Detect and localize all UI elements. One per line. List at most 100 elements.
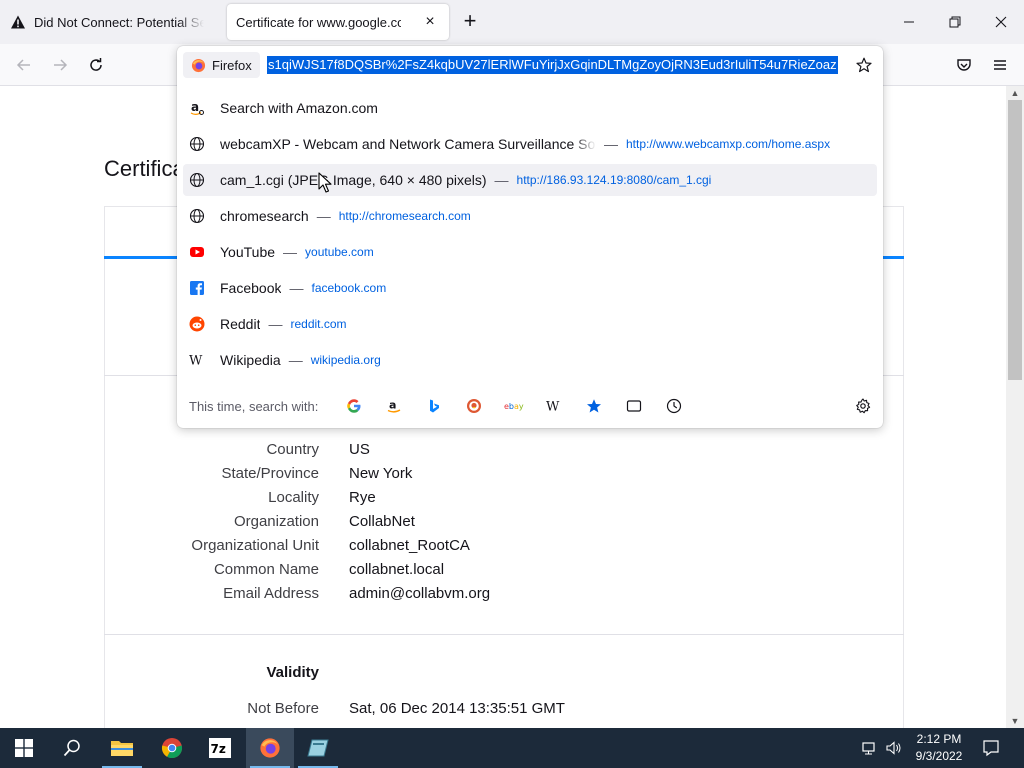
scroll-down-arrow-icon[interactable]: ▼ xyxy=(1006,714,1024,728)
result-title: Reddit xyxy=(220,316,261,332)
windows-logo-icon xyxy=(15,739,33,757)
field-label: Organization xyxy=(233,513,319,530)
svg-text:7z: 7z xyxy=(211,742,226,756)
hamburger-menu-icon xyxy=(994,60,1006,70)
app-menu-button[interactable] xyxy=(986,52,1014,78)
duckduckgo-icon[interactable] xyxy=(463,395,485,417)
facebook-icon xyxy=(188,279,206,297)
back-arrow-icon xyxy=(16,59,30,71)
result-search-amazon[interactable]: a Search with Amazon.com xyxy=(183,92,877,124)
windows-taskbar: 7z 2:12 PM 9/3/2022 xyxy=(0,728,1024,768)
minimize-button[interactable] xyxy=(886,0,932,44)
url-input[interactable]: s1qiWJS17f8DQSBr%2FsZ4kqbUV27lERlWFuYirj… xyxy=(267,56,838,74)
scroll-up-arrow-icon[interactable]: ▲ xyxy=(1006,86,1024,100)
globe-icon xyxy=(188,171,206,189)
new-tab-button[interactable]: + xyxy=(458,10,482,34)
amazon-search-icon: a xyxy=(188,99,206,117)
divider xyxy=(104,634,904,635)
tabs-icon[interactable] xyxy=(623,395,645,417)
amazon-icon[interactable]: a xyxy=(383,395,405,417)
result-youtube[interactable]: YouTube — youtube.com xyxy=(183,236,877,268)
search-with-label: This time, search with: xyxy=(189,399,319,414)
start-button[interactable] xyxy=(0,728,48,768)
clock-date: 9/3/2022 xyxy=(915,749,963,763)
volume-icon[interactable] xyxy=(884,738,904,758)
scrollbar-thumb[interactable] xyxy=(1008,100,1022,380)
field-value: collabnet.local xyxy=(349,561,445,578)
urlbar[interactable]: Firefox s1qiWJS17f8DQSBr%2FsZ4kqbUV27lER… xyxy=(177,46,883,84)
result-title: webcamXP - Webcam and Network Camera Sur… xyxy=(220,136,596,152)
minimize-icon xyxy=(904,21,914,23)
field-value: CollabNet xyxy=(349,513,415,530)
globe-icon xyxy=(188,135,206,153)
tab-close-button[interactable]: × xyxy=(421,13,439,31)
google-icon[interactable] xyxy=(343,395,365,417)
result-separator: — xyxy=(604,136,618,152)
wikipedia-icon[interactable]: W xyxy=(543,395,565,417)
result-title: Search with Amazon.com xyxy=(220,100,378,116)
field-row-email: Email Address admin@collabvm.org xyxy=(104,585,904,609)
field-value: admin@collabvm.org xyxy=(349,585,491,602)
bing-icon[interactable] xyxy=(423,395,445,417)
result-wikipedia[interactable]: W Wikipedia — wikipedia.org xyxy=(183,344,877,376)
close-window-button[interactable] xyxy=(978,0,1024,44)
result-url: reddit.com xyxy=(290,317,347,331)
notifications-icon[interactable] xyxy=(981,738,1001,758)
result-url: wikipedia.org xyxy=(310,353,381,367)
tab-did-not-connect[interactable]: Did Not Connect: Potential Security Issu… xyxy=(0,4,222,40)
taskbar-app[interactable] xyxy=(294,728,342,768)
result-separator: — xyxy=(288,352,303,368)
folder-icon xyxy=(111,741,133,756)
svg-text:W: W xyxy=(546,400,560,415)
identity-box[interactable]: Firefox xyxy=(183,52,260,78)
network-icon[interactable] xyxy=(860,738,880,758)
field-label: Email Address xyxy=(223,585,319,602)
pocket-button[interactable] xyxy=(950,52,978,78)
field-label: State/Province xyxy=(221,465,319,482)
result-separator: — xyxy=(283,244,298,260)
restore-icon xyxy=(949,16,961,28)
youtube-icon xyxy=(188,243,206,261)
result-url: youtube.com xyxy=(305,245,374,259)
star-icon xyxy=(856,57,872,73)
taskbar-7zip[interactable]: 7z xyxy=(196,728,244,768)
svg-text:a: a xyxy=(191,100,199,114)
field-row-locality: Locality Rye xyxy=(104,489,904,513)
result-title: chromesearch xyxy=(220,208,309,224)
bookmark-star-button[interactable] xyxy=(853,54,875,76)
bookmarks-icon[interactable] xyxy=(583,395,605,417)
validity-heading: Validity xyxy=(266,664,319,681)
svg-text:ebay: ebay xyxy=(504,402,524,411)
search-settings-gear-icon[interactable] xyxy=(852,395,874,417)
firefox-icon xyxy=(260,738,280,758)
pocket-icon xyxy=(957,59,971,71)
vertical-scrollbar[interactable]: ▲ ▼ xyxy=(1006,86,1024,728)
restore-button[interactable] xyxy=(932,0,978,44)
field-row-not-before: Not Before Sat, 06 Dec 2014 13:35:51 GMT xyxy=(104,700,904,724)
app-window-icon xyxy=(307,739,329,757)
reload-button[interactable] xyxy=(82,52,110,78)
result-chromesearch[interactable]: chromesearch — http://chromesearch.com xyxy=(183,200,877,232)
result-facebook[interactable]: Facebook — facebook.com xyxy=(183,272,877,304)
taskbar-chrome[interactable] xyxy=(148,728,196,768)
forward-button[interactable] xyxy=(46,52,74,78)
taskbar-file-explorer[interactable] xyxy=(98,728,146,768)
result-webcamxp[interactable]: webcamXP - Webcam and Network Camera Sur… xyxy=(183,128,877,160)
ebay-icon[interactable]: ebay xyxy=(503,395,525,417)
back-button[interactable] xyxy=(10,52,38,78)
reddit-icon xyxy=(188,315,206,333)
7zip-icon: 7z xyxy=(209,738,231,758)
tab-certificate[interactable]: Certificate for www.google.com × xyxy=(227,4,449,40)
system-clock[interactable]: 2:12 PM 9/3/2022 xyxy=(908,731,970,765)
field-label: Common Name xyxy=(213,561,319,578)
result-cam1[interactable]: cam_1.cgi (JPEG Image, 640 × 480 pixels)… xyxy=(183,164,877,196)
svg-text:a: a xyxy=(389,399,396,412)
taskbar-search-button[interactable] xyxy=(48,728,96,768)
history-icon[interactable] xyxy=(663,395,685,417)
result-reddit[interactable]: Reddit — reddit.com xyxy=(183,308,877,340)
reload-icon xyxy=(90,58,102,71)
field-label: Country xyxy=(266,441,319,458)
taskbar-firefox[interactable] xyxy=(246,728,294,768)
mouse-cursor-icon xyxy=(318,172,332,193)
field-row-country: Country US xyxy=(104,441,904,465)
